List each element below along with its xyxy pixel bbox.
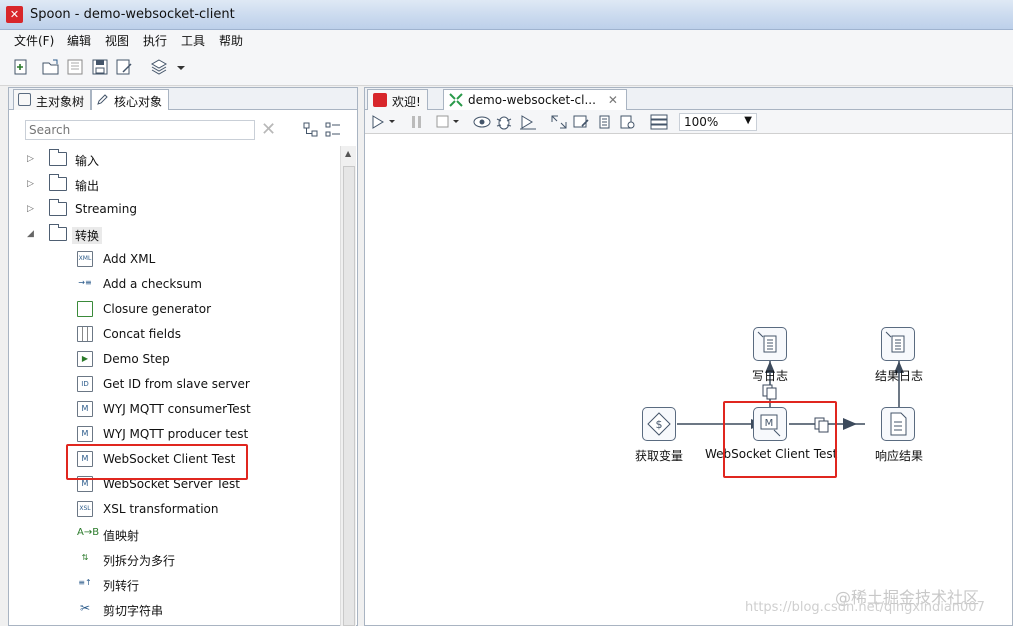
explore-db-icon[interactable] [619,114,637,130]
transformation-canvas[interactable]: $ 获取变量 M WebSocket Client Test 响应结果 写日志 … [365,135,1012,625]
chevron-down-icon: ▼ [744,115,752,126]
explore-repository-icon[interactable] [66,58,84,76]
save-icon[interactable] [91,58,109,76]
preview-icon[interactable] [473,114,491,130]
checksum-icon: →≡ [77,276,93,292]
search-tree-icon [18,93,31,106]
sql-icon[interactable] [596,114,614,130]
play-step-icon: ▶ [77,351,93,367]
menu-run[interactable]: 执行 [143,32,167,49]
expand-arrow-icon[interactable]: ▷ [27,179,34,189]
result-log-icon [885,331,905,353]
transformation-editor: 欢迎! demo-websocket-cl... ✕ 100% ▼ $ 获取变量… [364,87,1013,626]
collapse-all-icon[interactable] [303,122,319,138]
design-tabs: 主对象树 核心对象 [9,88,357,110]
replay-icon[interactable] [519,114,537,130]
debug-icon[interactable] [495,114,513,130]
folder-icon [49,199,67,216]
folder-icon [49,174,67,191]
closure-icon [77,301,93,317]
node-response-result[interactable] [881,407,915,441]
title-bar: ✕ Spoon - demo-websocket-client [0,0,1013,30]
pencil-icon [96,93,109,106]
xsl-icon: XSL [77,501,93,517]
node-get-variables[interactable]: $ [642,407,676,441]
save-as-icon[interactable] [115,58,133,76]
editor-toolbar: 100% ▼ [365,110,1012,134]
menu-bar: 文件(F) 编辑 视图 执行 工具 帮助 [0,30,1013,50]
menu-view[interactable]: 视图 [105,32,129,49]
menu-tools[interactable]: 工具 [181,32,205,49]
expand-arrow-icon[interactable]: ▷ [27,154,34,164]
node-label-result-log: 结果日志 [874,369,923,383]
node-result-log[interactable] [881,327,915,361]
watermark-url: https://blog.csdn.net/qingxindian007 [745,600,985,615]
write-log-icon [757,331,777,353]
tab-demo-websocket-client[interactable]: demo-websocket-cl... ✕ [443,89,627,110]
highlight-box-websocket-node [723,401,837,478]
search-input[interactable] [25,120,255,140]
node-label-get-variables: 获取变量 [634,449,683,463]
impact-icon[interactable] [573,114,591,130]
menu-edit[interactable]: 编辑 [67,32,91,49]
node-write-log[interactable] [753,327,787,361]
layers-dropdown-icon[interactable] [175,58,187,76]
layers-icon[interactable] [150,58,168,76]
open-file-icon[interactable] [42,58,60,76]
expand-arrow-icon[interactable]: ▷ [27,204,34,214]
get-variables-icon: $ [647,412,671,436]
response-result-icon [890,412,907,436]
node-label-write-log: 写日志 [751,369,788,383]
mqtt-icon: M [77,426,93,442]
collapse-arrow-icon[interactable]: ◢ [27,229,34,239]
scrollbar-thumb[interactable] [343,166,355,626]
verify-icon[interactable] [550,114,568,130]
table-icon [77,326,93,342]
tab-core-objects[interactable]: 核心对象 [91,89,170,110]
menu-help[interactable]: 帮助 [219,32,243,49]
folder-icon [49,149,67,166]
spoon-icon [373,93,387,107]
id-icon: ID [77,376,93,392]
zoom-select[interactable]: 100% ▼ [679,113,757,131]
transformation-icon [449,93,463,107]
run-icon[interactable] [371,114,397,130]
menu-file[interactable]: 文件(F) [14,32,54,49]
split-rows-icon: ⇅ [77,551,93,567]
tab-welcome[interactable]: 欢迎! [367,89,428,110]
stop-icon[interactable] [435,114,461,130]
main-toolbar [0,50,1013,86]
editor-tabs: 欢迎! demo-websocket-cl... ✕ [365,88,1012,110]
expand-all-icon[interactable] [325,122,341,138]
new-file-icon[interactable] [12,58,30,76]
show-results-icon[interactable] [650,113,668,131]
tree-scrollbar[interactable]: ▲ [340,146,356,626]
tab-main-tree[interactable]: 主对象树 [13,89,92,110]
xml-icon: XML [77,251,93,267]
clear-search-icon[interactable]: ✕ [261,119,276,140]
mqtt-icon: M [77,401,93,417]
close-tab-icon[interactable]: ✕ [608,93,618,107]
node-label-response-result: 响应结果 [874,449,923,463]
normaliser-icon: ≡↑ [77,576,93,592]
design-panel: 主对象树 核心对象 ✕ ▷输入 ▷输出 ▷Streaming ◢转换 XMLAd… [8,87,358,626]
svg-text:$: $ [656,418,663,431]
scissors-icon: ✂ [77,601,93,617]
spoon-app-icon: ✕ [6,6,23,23]
folder-icon [49,224,67,241]
highlight-box-websocket-step [66,444,248,480]
pause-icon[interactable] [411,114,423,130]
window-title: Spoon - demo-websocket-client [30,7,235,22]
value-mapper-icon: A→B [77,526,99,542]
scroll-up-icon[interactable]: ▲ [345,149,351,158]
